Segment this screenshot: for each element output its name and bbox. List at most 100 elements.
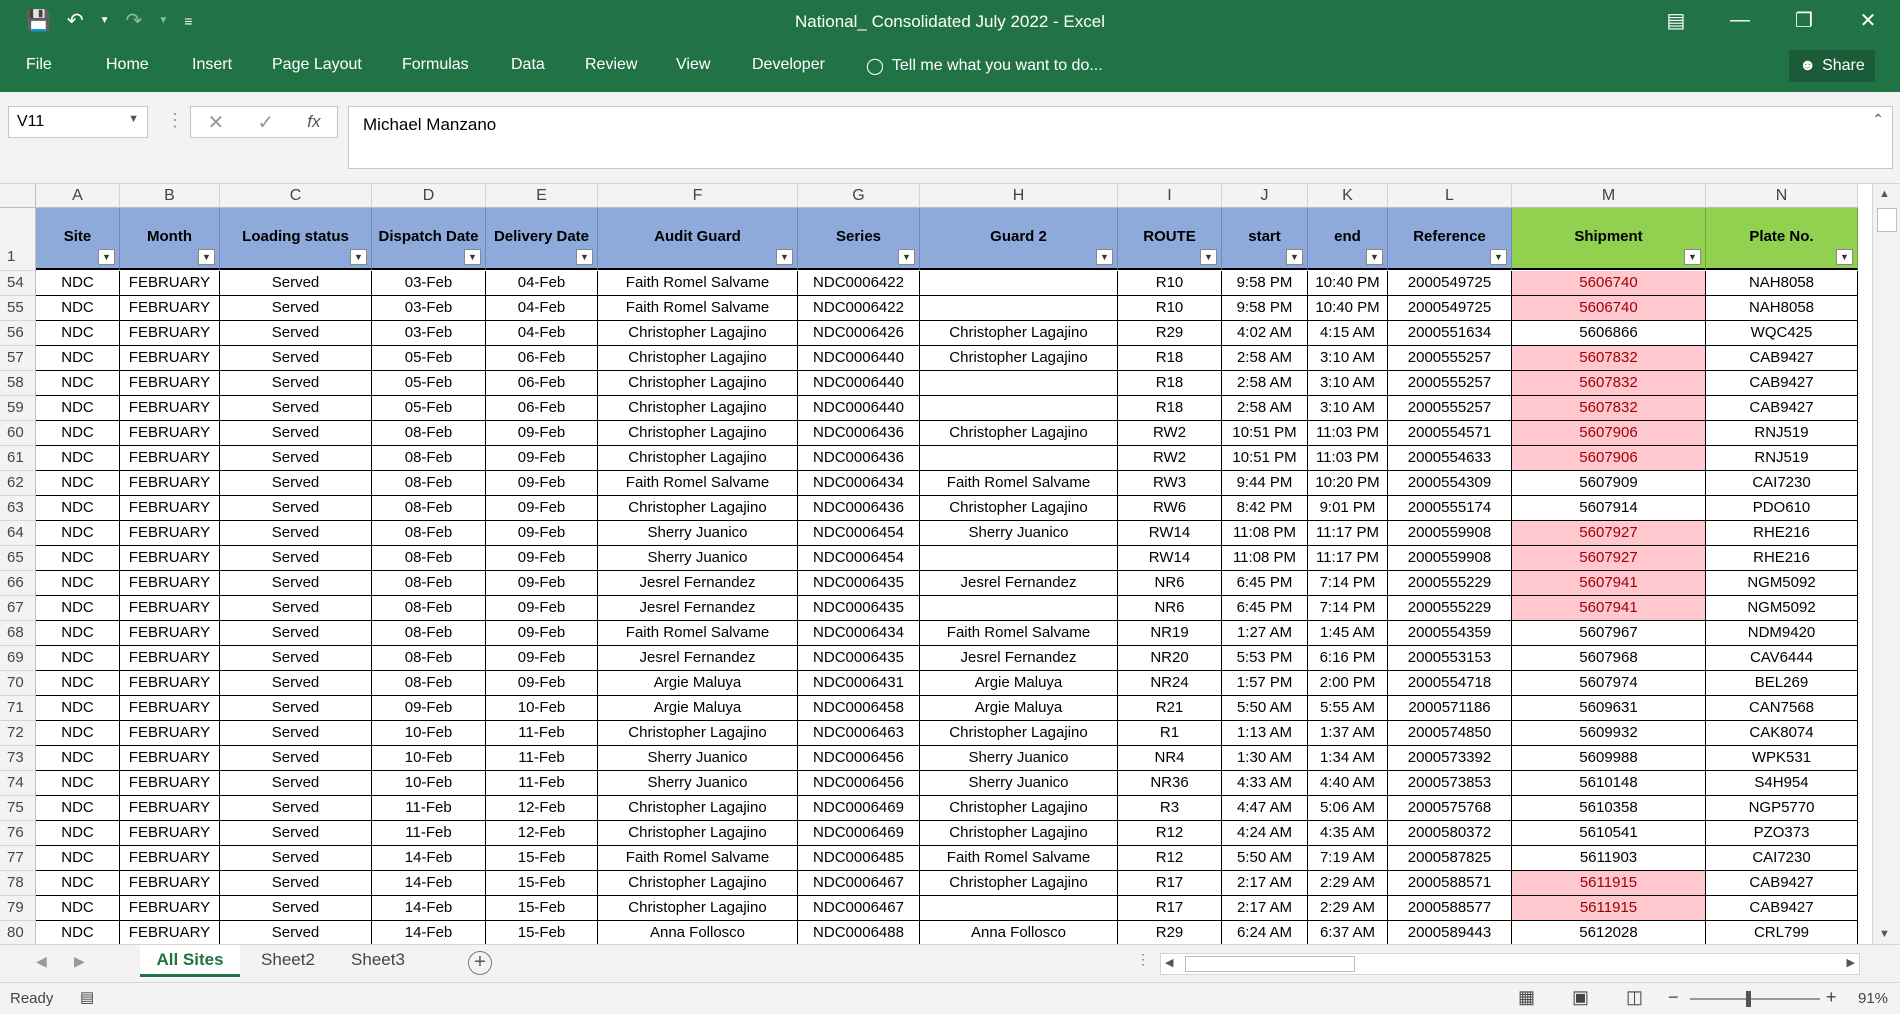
table-cell[interactable]: 04-Feb [486,296,598,321]
table-cell[interactable]: Faith Romel Salvame [920,621,1118,646]
table-cell[interactable]: Faith Romel Salvame [920,846,1118,871]
table-cell[interactable]: 4:33 AM [1222,771,1308,796]
table-cell[interactable]: NDC0006456 [798,746,920,771]
table-cell[interactable]: FEBRUARY [120,896,220,921]
table-cell[interactable]: 1:57 PM [1222,671,1308,696]
table-cell[interactable]: 11-Feb [372,821,486,846]
table-cell[interactable]: RW6 [1118,496,1222,521]
table-cell[interactable]: PDO610 [1706,496,1858,521]
table-cell[interactable]: 10-Feb [372,771,486,796]
table-cell[interactable]: 11-Feb [486,721,598,746]
table-cell[interactable]: NDC0006426 [798,321,920,346]
table-cell[interactable]: NDC0006485 [798,846,920,871]
table-cell[interactable]: NDC [36,546,120,571]
table-cell[interactable]: 2000589443 [1388,921,1512,946]
cancel-icon[interactable]: ✕ [208,110,225,135]
filter-dropdown-icon[interactable]: ▼ [1200,249,1217,265]
table-cell[interactable]: 2000554633 [1388,446,1512,471]
table-cell[interactable]: Served [220,521,372,546]
table-cell[interactable]: R3 [1118,796,1222,821]
filter-dropdown-icon[interactable]: ▼ [1286,249,1303,265]
table-cell[interactable]: 2000580372 [1388,821,1512,846]
filter-dropdown-icon[interactable]: ▼ [98,249,115,265]
table-cell[interactable]: Served [220,371,372,396]
table-cell[interactable]: NDC [36,871,120,896]
table-cell[interactable]: R17 [1118,871,1222,896]
row-header[interactable]: 79 [0,896,36,921]
table-cell[interactable]: Served [220,646,372,671]
table-cell[interactable]: 6:37 AM [1308,921,1388,946]
table-cell[interactable] [920,596,1118,621]
table-cell[interactable]: R1 [1118,721,1222,746]
table-cell[interactable]: 03-Feb [372,271,486,296]
table-cell[interactable]: 10-Feb [372,721,486,746]
table-cell[interactable]: R21 [1118,696,1222,721]
table-cell[interactable]: NGM5092 [1706,596,1858,621]
page-layout-view-icon[interactable]: ▣ [1572,987,1589,1008]
table-cell[interactable]: Served [220,446,372,471]
table-cell[interactable]: 2000554718 [1388,671,1512,696]
table-cell[interactable]: 6:45 PM [1222,571,1308,596]
table-cell[interactable]: NDC0006467 [798,871,920,896]
table-cell[interactable]: 10:20 PM [1308,471,1388,496]
table-cell[interactable]: NDC0006435 [798,646,920,671]
table-cell[interactable]: Christopher Lagajino [598,721,798,746]
row-header[interactable]: 58 [0,371,36,396]
table-cell[interactable]: NDC0006440 [798,396,920,421]
table-cell[interactable]: 4:40 AM [1308,771,1388,796]
table-cell[interactable]: NDC [36,496,120,521]
table-cell[interactable]: 9:01 PM [1308,496,1388,521]
table-cell[interactable]: NDC [36,846,120,871]
table-cell[interactable]: 5607968 [1512,646,1706,671]
table-cell[interactable]: NDC [36,896,120,921]
table-cell[interactable]: Served [220,546,372,571]
table-cell[interactable]: 09-Feb [486,471,598,496]
collapse-formula-bar-icon[interactable]: ⌃ [1872,111,1884,128]
table-cell[interactable]: 1:30 AM [1222,746,1308,771]
table-cell[interactable]: NDC [36,346,120,371]
table-cell[interactable]: R29 [1118,321,1222,346]
table-cell[interactable]: 5607927 [1512,546,1706,571]
table-cell[interactable]: Christopher Lagajino [920,346,1118,371]
table-cell[interactable]: 08-Feb [372,521,486,546]
table-cell[interactable]: Served [220,896,372,921]
table-cell[interactable]: Christopher Lagajino [920,496,1118,521]
table-cell[interactable]: Served [220,871,372,896]
table-cell[interactable]: 5607941 [1512,571,1706,596]
table-cell[interactable]: 15-Feb [486,846,598,871]
add-sheet-icon[interactable]: + [468,951,492,975]
header-cell-reference[interactable]: Reference ▼ [1388,208,1512,270]
row-header[interactable]: 63 [0,496,36,521]
table-cell[interactable]: Served [220,621,372,646]
table-cell[interactable]: FEBRUARY [120,721,220,746]
sheet-tab-all-sites[interactable]: All Sites [140,945,240,977]
table-cell[interactable] [920,296,1118,321]
table-cell[interactable]: NDC [36,296,120,321]
table-cell[interactable]: 2:58 AM [1222,346,1308,371]
table-cell[interactable]: NDC0006454 [798,521,920,546]
column-header-c[interactable]: C [220,184,372,208]
table-cell[interactable]: NDC [36,696,120,721]
table-cell[interactable]: Christopher Lagajino [598,896,798,921]
table-cell[interactable]: Sherry Juanico [920,746,1118,771]
table-cell[interactable]: R10 [1118,271,1222,296]
table-cell[interactable]: 08-Feb [372,596,486,621]
table-cell[interactable]: R12 [1118,846,1222,871]
table-cell[interactable]: NDC0006440 [798,346,920,371]
table-cell[interactable]: 2000555229 [1388,596,1512,621]
table-cell[interactable]: 2000575768 [1388,796,1512,821]
filter-dropdown-icon[interactable]: ▼ [1490,249,1507,265]
tell-me-box[interactable]: ◯ Tell me what you want to do... [866,56,1103,76]
table-cell[interactable]: FEBRUARY [120,271,220,296]
header-cell-site[interactable]: Site ▼ [36,208,120,270]
table-cell[interactable]: 11:03 PM [1308,446,1388,471]
table-cell[interactable]: NDC0006436 [798,421,920,446]
table-cell[interactable]: 6:24 AM [1222,921,1308,946]
table-cell[interactable]: Served [220,821,372,846]
table-cell[interactable]: 10:40 PM [1308,296,1388,321]
table-cell[interactable]: 4:24 AM [1222,821,1308,846]
column-header-l[interactable]: L [1388,184,1512,208]
table-cell[interactable]: R18 [1118,346,1222,371]
table-cell[interactable]: FEBRUARY [120,371,220,396]
table-cell[interactable]: 11:17 PM [1308,546,1388,571]
